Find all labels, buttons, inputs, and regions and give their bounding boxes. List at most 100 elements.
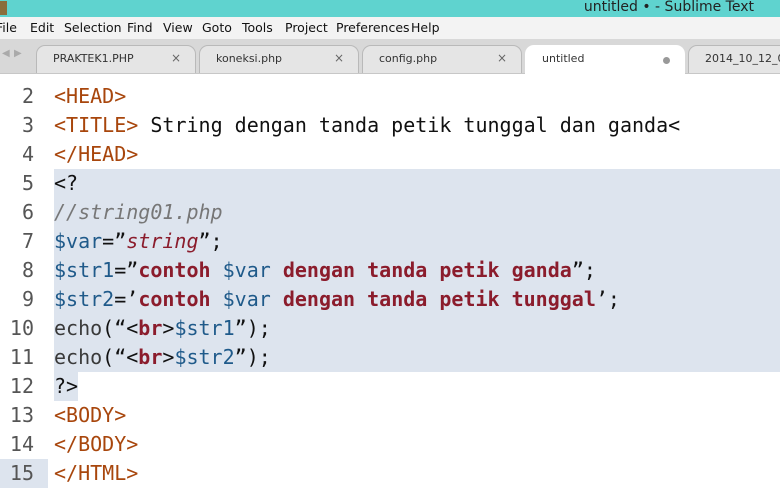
menu-bar: File Edit Selection Find View Goto Tools… [0, 17, 780, 40]
menu-preferences[interactable]: Preferences [336, 20, 410, 35]
line-number: 15 [0, 459, 48, 488]
tab-untitled[interactable]: untitled [525, 45, 685, 74]
menu-selection[interactable]: Selection [64, 20, 122, 35]
code-token: </ [54, 432, 79, 456]
code-line[interactable]: 3 <TITLE> String dengan tanda petik tungg… [0, 111, 780, 140]
code-token: <? [54, 171, 79, 195]
line-code: $var=”string”; [54, 227, 780, 256]
code-token: > [126, 142, 139, 166]
code-token: String dengan tanda petik tunggal dan ga… [150, 113, 681, 137]
code-token: $var [54, 229, 103, 253]
close-icon[interactable]: × [334, 51, 344, 65]
code-token: HEAD [66, 84, 115, 108]
code-line[interactable]: 13 <BODY> [0, 401, 780, 430]
code-token: echo [54, 345, 103, 369]
code-token: br [138, 345, 163, 369]
code-token: < [54, 403, 67, 427]
menu-project[interactable]: Project [285, 20, 328, 35]
code-token: ”; [571, 258, 596, 282]
code-token: $str2 [54, 287, 115, 311]
line-code: <HEAD> [54, 82, 780, 111]
menu-file[interactable]: File [0, 20, 17, 35]
code-token: string [126, 229, 199, 253]
line-code: <BODY> [54, 401, 780, 430]
code-token: dengan tanda petik ganda [270, 258, 572, 282]
menu-find[interactable]: Find [127, 20, 153, 35]
close-icon[interactable]: × [497, 51, 507, 65]
tab-praktek1[interactable]: PRAKTEK1.PHP × [36, 45, 196, 73]
menu-help[interactable]: Help [411, 20, 440, 35]
code-token: > [162, 316, 175, 340]
code-line[interactable]: 9 $str2=’contoh $var dengan tanda petik t… [0, 285, 780, 314]
code-line[interactable]: 7 $var=”string”; [0, 227, 780, 256]
line-code: </HEAD> [54, 140, 780, 169]
code-line[interactable]: 8 $str1=”contoh $var dengan tanda petik g… [0, 256, 780, 285]
code-line[interactable]: 11 echo(“<br>$str2”); [0, 343, 780, 372]
tab-bar: ◀ ▶ PRAKTEK1.PHP × koneksi.php × config.… [0, 40, 780, 74]
code-token: =’ [114, 287, 139, 311]
line-number: 11 [9, 345, 34, 369]
code-token: BODY [78, 432, 127, 456]
line-code: echo(“<br>$str2”); [54, 343, 780, 372]
tab-koneksi[interactable]: koneksi.php × [199, 45, 359, 73]
app-icon[interactable] [0, 1, 7, 15]
tab-migration[interactable]: 2014_10_12_00 [688, 45, 780, 73]
code-line[interactable]: 15 </HTML> [0, 459, 780, 488]
code-editor[interactable]: 2 <HEAD> 3 <TITLE> String dengan tanda peti… [0, 74, 780, 490]
code-token: $var [222, 287, 271, 311]
line-code: $str1=”contoh $var dengan tanda petik ga… [54, 256, 780, 285]
code-line[interactable]: 6 //string01.php [0, 198, 780, 227]
code-token: HEAD [78, 142, 127, 166]
line-code: $str2=’contoh $var dengan tanda petik tu… [54, 285, 780, 314]
line-code: echo(“<br>$str1”); [54, 314, 780, 343]
code-line[interactable]: 4 </HEAD> [0, 140, 780, 169]
code-token: </ [54, 461, 79, 485]
tab-scroll-left-icon[interactable]: ◀ [2, 48, 10, 59]
line-number: 4 [21, 142, 34, 166]
code-line[interactable]: 5 <? [0, 169, 780, 198]
code-token: $str1 [174, 316, 235, 340]
line-number: 14 [9, 432, 34, 456]
line-number: 7 [21, 229, 34, 253]
menu-goto[interactable]: Goto [202, 20, 232, 35]
code-line[interactable]: 2 <HEAD> [0, 82, 780, 111]
line-code: </HTML> [54, 459, 780, 488]
line-number: 9 [21, 287, 34, 311]
line-number: 13 [9, 403, 34, 427]
tab-config[interactable]: config.php × [362, 45, 522, 73]
menu-tools[interactable]: Tools [242, 20, 273, 35]
code-token: ”; [198, 229, 223, 253]
code-token: </ [54, 142, 79, 166]
code-token: < [54, 84, 67, 108]
code-token: ’; [595, 287, 620, 311]
code-token: ”); [234, 345, 271, 369]
code-token: > [126, 432, 139, 456]
code-token: $var [222, 258, 271, 282]
menu-edit[interactable]: Edit [30, 20, 54, 35]
line-number: 6 [21, 200, 34, 224]
line-code: <TITLE> String dengan tanda petik tungga… [54, 111, 780, 140]
code-token: BODY [66, 403, 115, 427]
code-token: $str1 [54, 258, 115, 282]
code-token: > [162, 345, 175, 369]
code-token: HTML [78, 461, 127, 485]
line-code: //string01.php [54, 198, 780, 227]
code-line[interactable]: 14 </BODY> [0, 430, 780, 459]
code-token: ?> [54, 374, 79, 398]
title-bar: untitled • - Sublime Text [0, 0, 780, 17]
line-number: 5 [21, 171, 34, 195]
code-token: contoh [138, 258, 223, 282]
line-number: 10 [9, 316, 34, 340]
menu-view[interactable]: View [163, 20, 193, 35]
line-number: 3 [21, 113, 34, 137]
code-token: > [114, 403, 127, 427]
line-code: <? [54, 169, 780, 198]
window-title: untitled • - Sublime Text [583, 0, 754, 15]
unsaved-dot-icon[interactable] [663, 57, 670, 64]
code-token: > [126, 113, 151, 137]
code-line[interactable]: 12 ?> [0, 372, 780, 401]
close-icon[interactable]: × [171, 51, 181, 65]
code-line[interactable]: 10 echo(“<br>$str1”); [0, 314, 780, 343]
tab-scroll-right-icon[interactable]: ▶ [14, 48, 22, 59]
code-token: dengan tanda petik tunggal [270, 287, 596, 311]
